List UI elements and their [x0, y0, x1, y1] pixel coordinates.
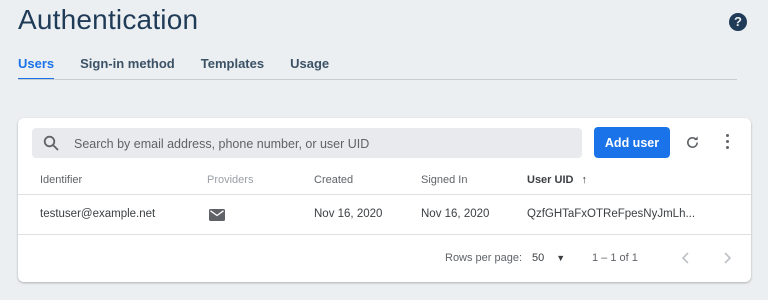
search-input[interactable]	[72, 128, 576, 160]
column-header-user-uid-label: User UID	[527, 174, 574, 186]
chevron-right-icon[interactable]	[719, 250, 735, 266]
pagination-range: 1 – 1 of 1	[592, 252, 638, 264]
sort-ascending-icon: ↑	[581, 174, 587, 186]
users-card: Add user Identifier Providers Created Si…	[18, 118, 751, 282]
column-header-identifier[interactable]: Identifier	[40, 166, 82, 194]
cell-created: Nov 16, 2020	[314, 208, 383, 220]
tab-bar: Users Sign-in method Templates Usage	[18, 52, 355, 80]
table-row[interactable]: testuser@example.net Nov 16, 2020 Nov 16…	[18, 195, 751, 235]
chevron-left-icon[interactable]	[678, 250, 694, 266]
page-header: Authentication ? Users Sign-in method Te…	[0, 0, 768, 80]
search-bar[interactable]	[32, 128, 582, 160]
search-icon	[43, 135, 59, 151]
table-header: Identifier Providers Created Signed In U…	[18, 166, 751, 195]
refresh-icon[interactable]	[685, 135, 700, 150]
rows-per-page-value: 50	[532, 252, 545, 264]
tab-templates[interactable]: Templates	[201, 52, 264, 78]
tab-users[interactable]: Users	[18, 52, 55, 80]
tabs-divider	[18, 79, 737, 80]
add-user-button[interactable]: Add user	[594, 127, 670, 158]
rows-per-page-select[interactable]: 50 ▼	[532, 235, 565, 282]
more-vert-icon[interactable]	[725, 134, 729, 150]
dropdown-caret-icon: ▼	[556, 253, 566, 263]
email-icon	[209, 209, 225, 221]
page-title: Authentication	[18, 4, 199, 35]
column-header-signed-in[interactable]: Signed In	[421, 166, 467, 194]
cell-signed-in: Nov 16, 2020	[421, 208, 490, 220]
rows-per-page-label: Rows per page:	[445, 252, 523, 264]
help-icon[interactable]: ?	[729, 13, 747, 31]
tab-sign-in-method[interactable]: Sign-in method	[80, 52, 175, 78]
column-header-user-uid[interactable]: User UID ↑	[527, 166, 587, 194]
cell-identifier: testuser@example.net	[40, 208, 156, 220]
column-header-created[interactable]: Created	[314, 166, 353, 194]
pagination-bar: Rows per page: 50 ▼ 1 – 1 of 1	[18, 235, 751, 282]
tab-usage[interactable]: Usage	[290, 52, 329, 78]
column-header-providers: Providers	[207, 174, 254, 186]
cell-user-uid: QzfGHTaFxOTReFpesNyJmLh...	[527, 208, 696, 220]
